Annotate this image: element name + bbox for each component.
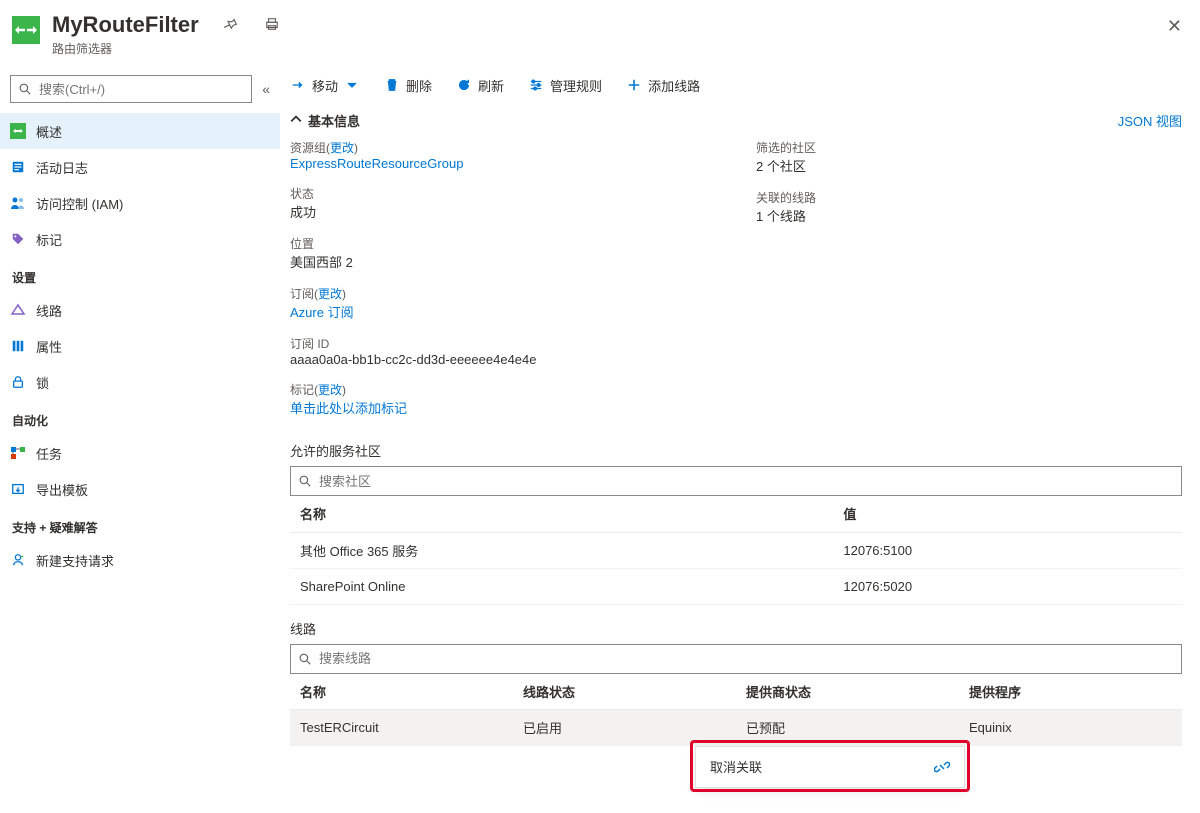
sidebar-item-iam[interactable]: 访问控制 (IAM) [0, 185, 280, 221]
sidebar-search-input[interactable] [39, 82, 245, 97]
table-row[interactable]: SharePoint Online12076:5020 [290, 568, 1182, 604]
move-icon [290, 77, 306, 93]
props-icon [10, 338, 26, 354]
sidebar-item-label: 概述 [36, 122, 62, 141]
essentials-label: 基本信息 [308, 111, 360, 130]
sidebar-item-locks[interactable]: 锁 [0, 364, 280, 400]
essentials-toggle[interactable] [290, 113, 302, 128]
sidebar-item-label: 锁 [36, 373, 49, 392]
sidebar-item-overview[interactable]: 概述 [0, 113, 280, 149]
change-rg-link[interactable]: 更改 [330, 141, 354, 155]
move-button[interactable]: 移动 [290, 76, 360, 95]
command-bar: 移动 删除 刷新 管理规则 添加线路 [290, 65, 1182, 105]
chevron-down-icon [344, 77, 360, 93]
print-icon[interactable] [261, 13, 283, 38]
close-icon[interactable]: ✕ [1163, 12, 1186, 41]
table-row[interactable]: TestERCircuit 已启用 已预配 Equinix [290, 710, 1182, 746]
trash-icon [384, 77, 400, 93]
communities-count: 2 个社区 [756, 156, 1182, 175]
plus-icon [626, 77, 642, 93]
page-subtitle: 路由筛选器 [52, 40, 1163, 57]
delete-button[interactable]: 删除 [384, 76, 432, 95]
sidebar-group-automation: 自动化 [0, 400, 280, 435]
sidebar-item-label: 任务 [36, 444, 62, 463]
circuit-icon [10, 302, 26, 318]
disassociate-menu-item[interactable]: 取消关联 [696, 747, 964, 787]
route-filter-icon [12, 16, 40, 44]
subscription-id-value: aaaa0a0a-bb1b-cc2c-dd3d-eeeeee4e4e4e [290, 352, 716, 367]
lock-icon [10, 374, 26, 390]
resource-group-link[interactable]: ExpressRouteResourceGroup [290, 156, 716, 171]
add-tags-link[interactable]: 单击此处以添加标记 [290, 398, 716, 417]
circuits-title: 线路 [290, 619, 1182, 638]
page-title: MyRouteFilter [52, 12, 199, 38]
support-icon [10, 552, 26, 568]
add-circuit-button[interactable]: 添加线路 [626, 76, 700, 95]
pin-icon[interactable] [219, 13, 241, 38]
search-icon [17, 81, 33, 97]
sidebar-item-tasks[interactable]: 任务 [0, 435, 280, 471]
sidebar-item-label: 活动日志 [36, 158, 88, 177]
json-view-link[interactable]: JSON 视图 [1118, 111, 1182, 130]
sidebar-item-label: 标记 [36, 230, 62, 249]
search-icon [297, 473, 313, 489]
iam-icon [10, 195, 26, 211]
context-menu: 取消关联 [695, 746, 965, 788]
communities-title: 允许的服务社区 [290, 441, 1182, 460]
table-row[interactable]: 其他 Office 365 服务12076:5100 [290, 532, 1182, 568]
search-icon [297, 651, 313, 667]
sidebar-item-export[interactable]: 导出模板 [0, 471, 280, 507]
sidebar-item-label: 新建支持请求 [36, 551, 114, 570]
circuits-search-input[interactable] [319, 651, 1175, 666]
sidebar-search[interactable] [10, 75, 252, 103]
log-icon [10, 159, 26, 175]
manage-rules-button[interactable]: 管理规则 [528, 76, 602, 95]
export-icon [10, 481, 26, 497]
route-icon [10, 123, 26, 139]
sidebar-group-support: 支持 + 疑难解答 [0, 507, 280, 542]
tag-icon [10, 231, 26, 247]
location-value: 美国西部 2 [290, 252, 716, 271]
collapse-sidebar-icon[interactable]: « [262, 81, 270, 97]
sidebar-item-properties[interactable]: 属性 [0, 328, 280, 364]
sidebar-item-tags[interactable]: 标记 [0, 221, 280, 257]
circuits-count: 1 个线路 [756, 206, 1182, 225]
communities-table: 名称 值 其他 Office 365 服务12076:5100 SharePoi… [290, 496, 1182, 605]
sliders-icon [528, 77, 544, 93]
communities-search-input[interactable] [319, 474, 1175, 489]
sidebar-item-label: 线路 [36, 301, 62, 320]
unlink-icon [934, 759, 950, 775]
essentials-panel: 资源组(更改) ExpressRouteResourceGroup 状态 成功 … [290, 135, 1182, 427]
sidebar: « 概述 活动日志 访问控制 (IAM) 标记 设置 线路 [0, 65, 280, 813]
blade-header: MyRouteFilter 路由筛选器 ✕ [0, 0, 1200, 65]
sidebar-item-circuits[interactable]: 线路 [0, 292, 280, 328]
tasks-icon [10, 445, 26, 461]
status-value: 成功 [290, 202, 716, 221]
refresh-icon [456, 77, 472, 93]
communities-search[interactable] [290, 466, 1182, 496]
circuits-search[interactable] [290, 644, 1182, 674]
sidebar-item-support[interactable]: 新建支持请求 [0, 542, 280, 578]
sidebar-item-label: 导出模板 [36, 480, 88, 499]
sidebar-group-settings: 设置 [0, 257, 280, 292]
change-sub-link[interactable]: 更改 [318, 287, 342, 301]
circuits-table: 名称 线路状态 提供商状态 提供程序 TestERCircuit 已启用 已预配… [290, 674, 1182, 747]
refresh-button[interactable]: 刷新 [456, 76, 504, 95]
sidebar-item-label: 访问控制 (IAM) [36, 194, 123, 213]
change-tags-link[interactable]: 更改 [318, 383, 342, 397]
sidebar-item-activity-log[interactable]: 活动日志 [0, 149, 280, 185]
sidebar-item-label: 属性 [36, 337, 62, 356]
subscription-link[interactable]: Azure 订阅 [290, 302, 716, 321]
